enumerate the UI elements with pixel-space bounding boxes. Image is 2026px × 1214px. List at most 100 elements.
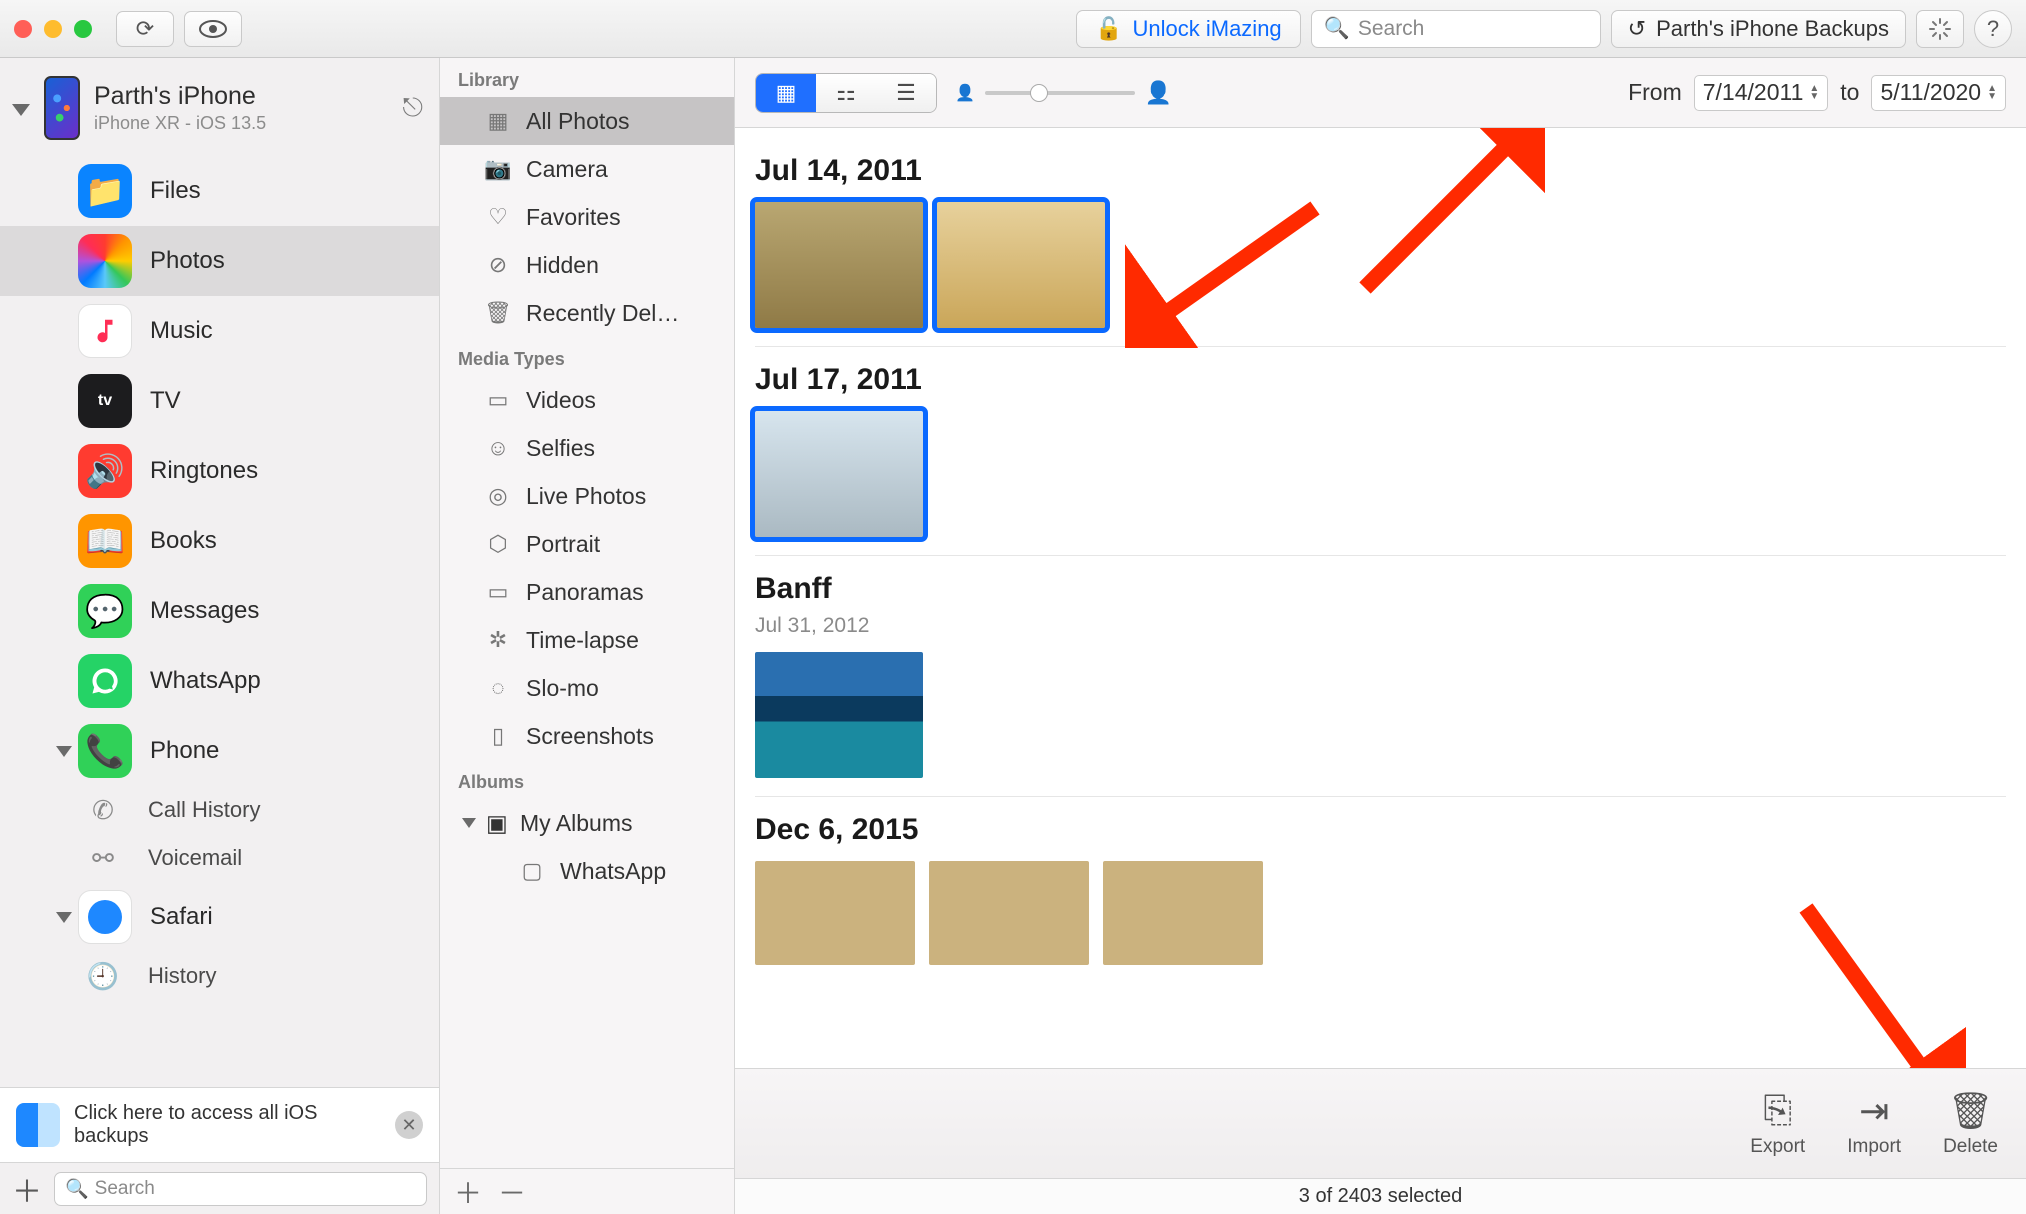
chevron-down-icon[interactable] — [462, 818, 476, 828]
section-header: Banff — [755, 572, 2006, 606]
clock-icon: 🕘 — [86, 959, 120, 993]
sidebar-item-safari-history[interactable]: 🕘History — [0, 952, 439, 1000]
photo-thumbnail[interactable] — [755, 411, 923, 537]
preview-button[interactable] — [184, 11, 242, 47]
library-item-favorites[interactable]: ♡ Favorites — [440, 193, 734, 241]
add-button[interactable]: ＋ — [12, 1167, 42, 1211]
library-item-camera[interactable]: 📷Camera — [440, 145, 734, 193]
remove-album-button[interactable]: － — [498, 1172, 526, 1212]
sidebar-item-voicemail[interactable]: ⚯Voicemail — [0, 834, 439, 882]
sidebar-item-label: Music — [150, 317, 213, 345]
titlebar-search-input[interactable]: 🔍 Search — [1311, 10, 1601, 48]
activity-button[interactable] — [1916, 10, 1964, 48]
date-from-input[interactable]: 7/14/2011 ▲▼ — [1694, 75, 1829, 111]
delete-label: Delete — [1943, 1136, 1998, 1158]
export-button[interactable]: ⎘ Export — [1750, 1089, 1805, 1158]
date-range-filter: From 7/14/2011 ▲▼ to 5/11/2020 ▲▼ — [1628, 75, 2006, 111]
device-header[interactable]: Parth's iPhone iPhone XR - iOS 13.5 ⎋ — [0, 58, 439, 152]
date-to-input[interactable]: 5/11/2020 ▲▼ — [1871, 75, 2006, 111]
library-item-label: Camera — [526, 156, 608, 183]
date-to-value: 5/11/2020 — [1880, 79, 1981, 106]
library-item-all-photos[interactable]: ▦All Photos — [440, 97, 734, 145]
music-icon — [78, 304, 132, 358]
sidebar-item-books[interactable]: 📖Books — [0, 506, 439, 576]
library-item-my-albums[interactable]: ▣My Albums — [440, 799, 734, 847]
photo-grid[interactable]: Jul 14, 2011 Jul 17, 2011 Banff Jul 31, … — [735, 128, 2026, 1068]
section-subtitle: Jul 31, 2012 — [755, 614, 2006, 638]
backups-banner[interactable]: Click here to access all iOS backups ✕ — [0, 1087, 439, 1162]
maximize-window-button[interactable] — [74, 20, 92, 38]
sidebar-item-phone[interactable]: 📞Phone — [0, 716, 439, 786]
sidebar-item-safari[interactable]: Safari — [0, 882, 439, 952]
list-view-button[interactable]: ☰ — [876, 74, 936, 112]
sidebar-item-music[interactable]: Music — [0, 296, 439, 366]
photo-thumbnail[interactable] — [937, 202, 1105, 328]
chevron-down-icon[interactable] — [56, 912, 72, 923]
to-label: to — [1840, 79, 1859, 106]
chevron-down-icon[interactable] — [56, 746, 72, 757]
backups-button[interactable]: ↺ Parth's iPhone Backups — [1611, 10, 1906, 48]
albums-section-header: Albums — [440, 760, 734, 799]
unlock-button[interactable]: 🔓 Unlock iMazing — [1076, 10, 1301, 48]
library-item-panoramas[interactable]: ▭Panoramas — [440, 568, 734, 616]
stepper-icon[interactable]: ▲▼ — [1809, 85, 1819, 101]
sidebar-item-messages[interactable]: 💬Messages — [0, 576, 439, 646]
chevron-down-icon[interactable] — [12, 104, 30, 116]
library-item-recently-deleted[interactable]: 🗑Recently Del… — [440, 289, 734, 337]
photo-thumbnail[interactable] — [755, 652, 923, 778]
trash-icon: 🗑 — [1948, 1090, 1994, 1132]
search-icon: 🔍 — [65, 1177, 89, 1201]
sidebar-item-files[interactable]: 📁Files — [0, 156, 439, 226]
selection-status: 3 of 2403 selected — [1299, 1185, 1462, 1208]
voicemail-icon: ⚯ — [86, 841, 120, 875]
library-item-time-lapse[interactable]: ✲Time-lapse — [440, 616, 734, 664]
library-item-selfies[interactable]: ☺Selfies — [440, 424, 734, 472]
device-sidebar: Parth's iPhone iPhone XR - iOS 13.5 ⎋ 📁F… — [0, 58, 440, 1214]
library-item-screenshots[interactable]: ▯Screenshots — [440, 712, 734, 760]
photo-thumbnail[interactable] — [1103, 861, 1263, 965]
add-album-button[interactable]: ＋ — [454, 1172, 482, 1212]
help-button[interactable]: ? — [1974, 10, 2012, 48]
timelapse-icon: ✲ — [484, 627, 512, 653]
close-window-button[interactable] — [14, 20, 32, 38]
photo-thumbnail[interactable] — [755, 861, 915, 965]
heart-icon: ♡ — [484, 204, 512, 230]
sidebar-search-placeholder: Search — [95, 1178, 155, 1200]
sidebar-item-label: Phone — [150, 737, 219, 765]
sidebar-item-photos[interactable]: Photos — [0, 226, 439, 296]
library-item-label: Panoramas — [526, 579, 644, 606]
tv-icon: tv — [78, 374, 132, 428]
zoom-slider[interactable]: 👤 👤 — [955, 80, 1172, 106]
library-item-label: Live Photos — [526, 483, 646, 510]
photo-thumbnail[interactable] — [929, 861, 1089, 965]
delete-button[interactable]: 🗑 Delete — [1943, 1090, 1998, 1158]
stepper-icon[interactable]: ▲▼ — [1987, 85, 1997, 101]
sidebar-item-ringtones[interactable]: 🔊Ringtones — [0, 436, 439, 506]
library-item-label: Favorites — [526, 204, 621, 231]
photo-icon: ▦ — [484, 108, 512, 134]
device-nav-list: 📁Files Photos Music tvTV 🔊Ringtones 📖Boo… — [0, 152, 439, 1087]
sidebar-item-call-history[interactable]: ✆Call History — [0, 786, 439, 834]
close-icon[interactable]: ✕ — [395, 1111, 423, 1139]
library-item-live-photos[interactable]: ◎Live Photos — [440, 472, 734, 520]
reload-button[interactable]: ⟳ — [116, 11, 174, 47]
message-icon: 💬 — [78, 584, 132, 638]
collection-view-button[interactable]: ⚏ — [816, 74, 876, 112]
grid-view-button[interactable]: ▦ — [756, 74, 816, 112]
minimize-window-button[interactable] — [44, 20, 62, 38]
import-button[interactable]: ⇥ Import — [1847, 1090, 1901, 1158]
sidebar-item-label: Books — [150, 527, 217, 555]
library-item-videos[interactable]: ▭Videos — [440, 376, 734, 424]
whatsapp-icon — [78, 654, 132, 708]
export-label: Export — [1750, 1136, 1805, 1158]
slider-thumb[interactable] — [1030, 84, 1048, 102]
library-item-portrait[interactable]: ⬡Portrait — [440, 520, 734, 568]
sidebar-search-input[interactable]: 🔍 Search — [54, 1172, 427, 1206]
library-item-label: Recently Del… — [526, 300, 679, 327]
photo-thumbnail[interactable] — [755, 202, 923, 328]
sidebar-item-tv[interactable]: tvTV — [0, 366, 439, 436]
library-item-hidden[interactable]: ⊘Hidden — [440, 241, 734, 289]
library-item-slo-mo[interactable]: ◌Slo-mo — [440, 664, 734, 712]
library-item-album-whatsapp[interactable]: ▢WhatsApp — [440, 847, 734, 895]
sidebar-item-whatsapp[interactable]: WhatsApp — [0, 646, 439, 716]
